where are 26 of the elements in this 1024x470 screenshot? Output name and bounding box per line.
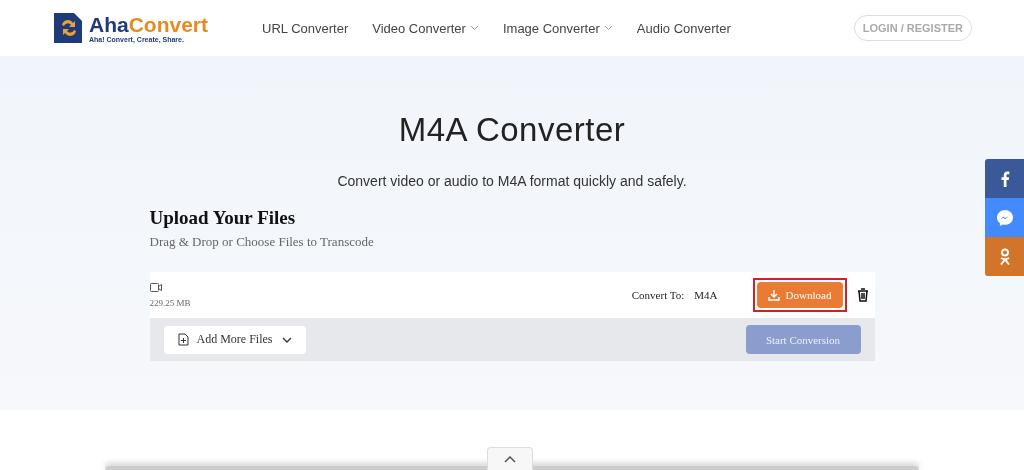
odnoklassniki-share-button[interactable] [985, 237, 1024, 276]
video-icon [149, 282, 162, 292]
nav-link[interactable]: Image Converter [502, 20, 613, 36]
facebook-share-button[interactable] [985, 159, 1024, 198]
upload-hint: Drag & Drop or Choose Files to Transcode [149, 234, 375, 250]
upload-title: Upload Your Files [149, 207, 297, 229]
chevron-up-icon [504, 455, 516, 463]
convert-label: Convert To: [631, 289, 685, 301]
nav-link[interactable]: URL Converter [262, 20, 349, 36]
format-value[interactable]: M4A [694, 289, 718, 301]
page-title: M4A Converter [398, 111, 626, 149]
file-plus-icon [177, 333, 189, 346]
scroll-up-button[interactable] [487, 447, 533, 470]
download-icon [767, 289, 780, 301]
nav-link[interactable]: Audio Converter [636, 20, 731, 36]
file-size: 229.25 MB [149, 297, 192, 308]
page-subtitle: Convert video or audio to M4A format quickly and safely. [337, 173, 687, 189]
add-files-button[interactable]: Add More Files [163, 325, 306, 354]
odnoklassniki-icon [998, 247, 1011, 266]
messenger-icon [995, 208, 1014, 227]
chevron-down-icon [281, 336, 292, 343]
nav-link[interactable]: Video Converter [372, 20, 479, 36]
messenger-share-button[interactable] [985, 198, 1024, 237]
facebook-icon [999, 170, 1010, 187]
logo-wordmark[interactable]: AhaConvert [89, 13, 209, 36]
trash-icon[interactable] [856, 288, 869, 302]
